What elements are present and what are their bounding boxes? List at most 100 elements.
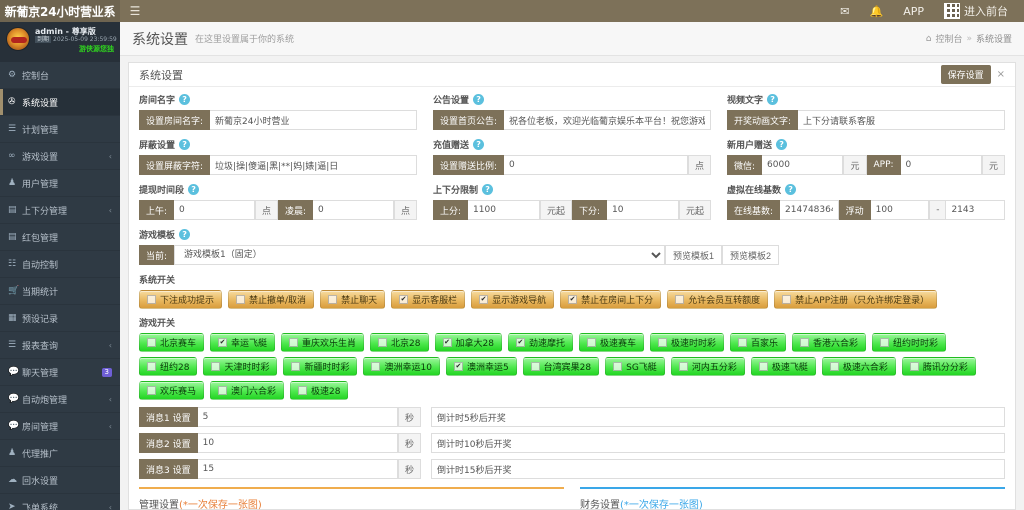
checkbox-icon[interactable] xyxy=(530,362,540,371)
system-switches-item[interactable]: 允许会员互转额度 xyxy=(667,290,769,309)
message-text-input[interactable] xyxy=(431,407,1005,427)
checkbox-icon[interactable] xyxy=(613,362,623,371)
game-switches-item[interactable]: 极速28 xyxy=(290,381,349,400)
checkbox-icon[interactable] xyxy=(218,386,228,395)
game-switches-item[interactable]: 河内五分彩 xyxy=(670,357,745,376)
online-base-input[interactable] xyxy=(780,200,839,220)
sidebar-item-3[interactable]: ∞ 游戏设置 ‹ xyxy=(0,143,120,170)
sidebar-item-16[interactable]: ➤ 飞单系统 ‹ xyxy=(0,494,120,510)
game-switches-item[interactable]: 台湾宾果28 xyxy=(522,357,600,376)
help-icon[interactable]: ? xyxy=(776,139,788,150)
bell-icon[interactable]: 🔔 xyxy=(860,0,894,22)
checkbox-icon[interactable] xyxy=(147,386,156,395)
brand-logo[interactable]: 新葡京24小时营业系 xyxy=(0,0,120,22)
checkbox-icon[interactable] xyxy=(298,386,308,395)
checkbox-icon[interactable] xyxy=(782,295,792,304)
checkbox-icon[interactable] xyxy=(909,362,919,371)
float-max-input[interactable] xyxy=(946,200,1005,220)
checkbox-icon[interactable] xyxy=(147,362,156,371)
sidebar-item-11[interactable]: 💬 聊天管理 3 xyxy=(0,359,120,386)
message-seconds-input[interactable] xyxy=(197,459,398,479)
sidebar-item-9[interactable]: ▦ 预设记录 xyxy=(0,305,120,332)
system-switches-item[interactable]: 禁止APP注册（只允许绑定登录） xyxy=(774,290,938,309)
sidebar-item-7[interactable]: ☷ 自动控制 xyxy=(0,251,120,278)
game-switches-item[interactable]: 北京赛车 xyxy=(139,333,205,352)
checkbox-icon[interactable] xyxy=(800,338,810,347)
help-icon[interactable]: ? xyxy=(473,94,485,105)
help-icon[interactable]: ? xyxy=(473,139,485,150)
system-switches-item[interactable]: 下注成功提示 xyxy=(139,290,223,309)
score-down-input[interactable] xyxy=(607,200,679,220)
checkbox-icon[interactable] xyxy=(147,338,156,347)
help-icon[interactable]: ? xyxy=(179,229,191,240)
preview-template-1-button[interactable]: 预览模板1 xyxy=(664,245,722,265)
game-switches-item[interactable]: 极速赛车 xyxy=(578,333,644,352)
checkbox-icon[interactable] xyxy=(218,338,228,347)
game-switches-item[interactable]: 澳洲幸运10 xyxy=(363,357,440,376)
checkbox-icon[interactable] xyxy=(678,362,688,371)
help-icon[interactable]: ? xyxy=(482,184,494,195)
checkbox-icon[interactable] xyxy=(758,362,768,371)
game-switches-item[interactable]: 新疆时时彩 xyxy=(283,357,358,376)
hamburger-icon[interactable]: ☰ xyxy=(120,4,150,18)
checkbox-icon[interactable] xyxy=(328,295,338,304)
sidebar-item-4[interactable]: ♟ 用户管理 xyxy=(0,170,120,197)
game-switches-item[interactable]: 百家乐 xyxy=(730,333,787,352)
checkbox-icon[interactable] xyxy=(378,338,388,347)
checkbox-icon[interactable] xyxy=(738,338,747,347)
help-icon[interactable]: ? xyxy=(179,94,191,105)
checkbox-icon[interactable] xyxy=(442,338,452,347)
checkbox-icon[interactable] xyxy=(479,295,489,304)
sidebar-item-15[interactable]: ☁ 回水设置 xyxy=(0,467,120,494)
sidebar-item-8[interactable]: 🛒 当期统计 xyxy=(0,278,120,305)
sidebar-item-5[interactable]: ▤ 上下分管理 ‹ xyxy=(0,197,120,224)
checkbox-icon[interactable] xyxy=(147,295,156,304)
game-switches-item[interactable]: 纽约时时彩 xyxy=(872,333,947,352)
checkbox-icon[interactable] xyxy=(880,338,890,347)
game-switches-item[interactable]: SG飞艇 xyxy=(605,357,665,376)
checkbox-icon[interactable] xyxy=(371,362,381,371)
game-template-select[interactable]: 游戏模板1（固定） xyxy=(174,245,665,265)
game-switches-item[interactable]: 澳洲幸运5 xyxy=(445,357,517,376)
checkbox-icon[interactable] xyxy=(586,338,596,347)
message-seconds-input[interactable] xyxy=(197,407,398,427)
game-switches-item[interactable]: 腾讯分分彩 xyxy=(901,357,976,376)
system-switches-item[interactable]: 显示游戏导航 xyxy=(471,290,555,309)
sidebar-item-14[interactable]: ♟ 代理推广 xyxy=(0,440,120,467)
checkbox-icon[interactable] xyxy=(211,362,221,371)
message-seconds-input[interactable] xyxy=(197,433,398,453)
breadcrumb-home[interactable]: 控制台 xyxy=(935,32,962,45)
video-text-input[interactable] xyxy=(798,110,1005,130)
message-text-input[interactable] xyxy=(431,433,1005,453)
checkbox-icon[interactable] xyxy=(236,295,246,304)
system-switches-item[interactable]: 禁止撤单/取消 xyxy=(228,290,315,309)
block-input[interactable] xyxy=(210,155,417,175)
checkbox-icon[interactable] xyxy=(657,338,667,347)
save-settings-button[interactable]: 保存设置 xyxy=(940,65,991,84)
recharge-gift-input[interactable] xyxy=(504,155,688,175)
system-switches-item[interactable]: 禁止在房间上下分 xyxy=(560,290,662,309)
sidebar-item-2[interactable]: ☰ 计划管理 xyxy=(0,116,120,143)
game-switches-item[interactable]: 香港六合彩 xyxy=(792,333,867,352)
game-switches-item[interactable]: 天津时时彩 xyxy=(203,357,278,376)
checkbox-icon[interactable] xyxy=(453,362,463,371)
checkbox-icon[interactable] xyxy=(291,362,301,371)
sidebar-item-1[interactable]: ✇ 系统设置 xyxy=(0,89,120,116)
close-icon[interactable]: × xyxy=(997,69,1005,80)
help-icon[interactable]: ? xyxy=(188,184,200,195)
checkbox-icon[interactable] xyxy=(515,338,525,347)
help-icon[interactable]: ? xyxy=(179,139,191,150)
system-switches-item[interactable]: 禁止聊天 xyxy=(320,290,386,309)
checkbox-icon[interactable] xyxy=(568,295,578,304)
game-switches-item[interactable]: 欢乐赛马 xyxy=(139,381,205,400)
sidebar-item-6[interactable]: ▤ 红包管理 xyxy=(0,224,120,251)
float-min-input[interactable] xyxy=(870,200,930,220)
enter-frontend-button[interactable]: 进入前台 xyxy=(934,0,1018,22)
game-switches-item[interactable]: 重庆欢乐生肖 xyxy=(281,333,365,352)
sidebar-item-12[interactable]: 💬 自动炮管理 ‹ xyxy=(0,386,120,413)
app-gift-input[interactable] xyxy=(900,155,982,175)
system-switches-item[interactable]: 显示客服栏 xyxy=(391,290,466,309)
score-up-input[interactable] xyxy=(468,200,540,220)
game-switches-item[interactable]: 纽约28 xyxy=(139,357,198,376)
help-icon[interactable]: ? xyxy=(767,94,779,105)
